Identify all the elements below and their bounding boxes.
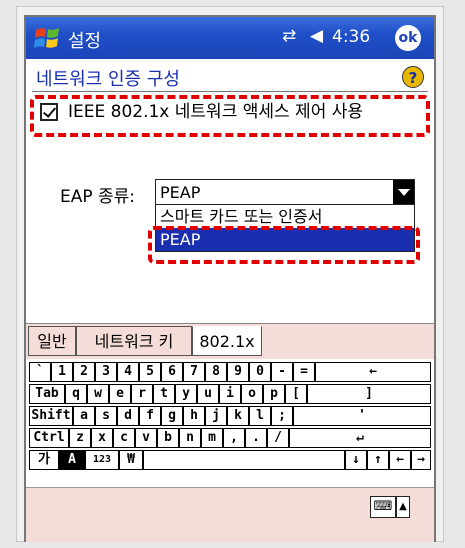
key-6[interactable]: 6	[161, 362, 183, 382]
clock[interactable]: 4:36	[332, 27, 370, 47]
key-semicolon[interactable]: ;	[271, 406, 293, 426]
eap-type-label: EAP 종류:	[60, 187, 136, 207]
key-down[interactable]: ↓	[345, 450, 367, 470]
key-up[interactable]: ↑	[367, 450, 389, 470]
title-bar: 설정 ⇄ ◀ 4:36 ok	[26, 17, 434, 59]
key-0[interactable]: 0	[249, 362, 271, 382]
key-v[interactable]: v	[135, 428, 157, 448]
key-enter[interactable]: ↵	[289, 428, 431, 448]
key-y[interactable]: y	[175, 384, 197, 404]
key-won[interactable]: ₩	[119, 450, 143, 470]
key-s[interactable]: s	[95, 406, 117, 426]
key-backtick[interactable]: `	[29, 362, 51, 382]
key-backspace[interactable]: ←	[315, 362, 431, 382]
device-screen: 설정 ⇄ ◀ 4:36 ok 네트워크 인증 구성 ? IEEE 802.1x …	[24, 15, 436, 542]
key-t[interactable]: t	[153, 384, 175, 404]
key-o[interactable]: o	[241, 384, 263, 404]
chevron-down-icon[interactable]	[393, 180, 414, 204]
eap-type-selected[interactable]: PEAP	[160, 183, 200, 202]
key-p[interactable]: p	[263, 384, 285, 404]
key-right-bracket[interactable]: ]	[307, 384, 431, 404]
key-right[interactable]: →	[411, 450, 431, 470]
key-g[interactable]: g	[161, 406, 183, 426]
key-ctrl[interactable]: Ctrl	[29, 428, 69, 448]
soft-keyboard: ` 1 2 3 4 5 6 7 8 9 0 - = ← Tab q w e r …	[26, 359, 434, 485]
key-1[interactable]: 1	[51, 362, 73, 382]
key-123[interactable]: 123	[85, 450, 119, 470]
key-h[interactable]: h	[183, 406, 205, 426]
key-q[interactable]: q	[65, 384, 87, 404]
eap-type-select[interactable]: PEAP	[155, 179, 415, 205]
key-f[interactable]: f	[139, 406, 161, 426]
key-k[interactable]: k	[227, 406, 249, 426]
annotation-peap-option	[148, 226, 420, 264]
tab-bar: 일반 네트워크 키 802.1x	[26, 323, 434, 360]
key-d[interactable]: d	[117, 406, 139, 426]
key-r[interactable]: r	[131, 384, 153, 404]
key-5[interactable]: 5	[139, 362, 161, 382]
keyboard-icon[interactable]: ⌨	[370, 496, 396, 518]
tab-8021x[interactable]: 802.1x	[192, 326, 262, 356]
key-m[interactable]: m	[201, 428, 223, 448]
key-8[interactable]: 8	[205, 362, 227, 382]
key-i[interactable]: i	[219, 384, 241, 404]
key-equals[interactable]: =	[293, 362, 315, 382]
key-period[interactable]: .	[245, 428, 267, 448]
annotation-ieee-checkbox	[30, 95, 430, 137]
key-7[interactable]: 7	[183, 362, 205, 382]
key-n[interactable]: n	[179, 428, 201, 448]
key-j[interactable]: j	[205, 406, 227, 426]
network-status-icon[interactable]: ⇄	[282, 26, 296, 46]
key-c[interactable]: c	[113, 428, 135, 448]
help-icon[interactable]: ?	[402, 66, 424, 88]
tab-network-key[interactable]: 네트워크 키	[76, 326, 192, 356]
ok-button[interactable]: ok	[395, 25, 421, 51]
app-title: 설정	[68, 31, 102, 52]
key-shift[interactable]: Shift	[29, 406, 73, 426]
eap-option-smartcard[interactable]: 스마트 카드 또는 인증서	[156, 205, 414, 228]
key-e[interactable]: e	[109, 384, 131, 404]
key-z[interactable]: z	[69, 428, 91, 448]
key-quote[interactable]: '	[293, 406, 431, 426]
key-u[interactable]: u	[197, 384, 219, 404]
speaker-icon[interactable]: ◀	[310, 26, 323, 46]
key-left[interactable]: ←	[389, 450, 411, 470]
key-comma[interactable]: ,	[223, 428, 245, 448]
menu-bar: ⌨ ▲	[26, 487, 434, 542]
page-title: 네트워크 인증 구성	[36, 69, 180, 90]
key-4[interactable]: 4	[117, 362, 139, 382]
key-slash[interactable]: /	[267, 428, 289, 448]
key-w[interactable]: w	[87, 384, 109, 404]
input-menu-arrow-icon[interactable]: ▲	[396, 496, 410, 518]
windows-start-icon[interactable]	[34, 25, 62, 51]
key-space[interactable]	[143, 450, 345, 470]
key-x[interactable]: x	[91, 428, 113, 448]
key-l[interactable]: l	[249, 406, 271, 426]
key-9[interactable]: 9	[227, 362, 249, 382]
key-tab[interactable]: Tab	[29, 384, 65, 404]
title-divider	[32, 91, 428, 92]
key-minus[interactable]: -	[271, 362, 293, 382]
key-left-bracket[interactable]: [	[285, 384, 307, 404]
key-3[interactable]: 3	[95, 362, 117, 382]
key-hangul[interactable]: 가	[29, 450, 59, 470]
tab-general[interactable]: 일반	[28, 326, 76, 356]
key-caps[interactable]: A	[59, 450, 85, 470]
key-2[interactable]: 2	[73, 362, 95, 382]
key-b[interactable]: b	[157, 428, 179, 448]
key-a[interactable]: a	[73, 406, 95, 426]
